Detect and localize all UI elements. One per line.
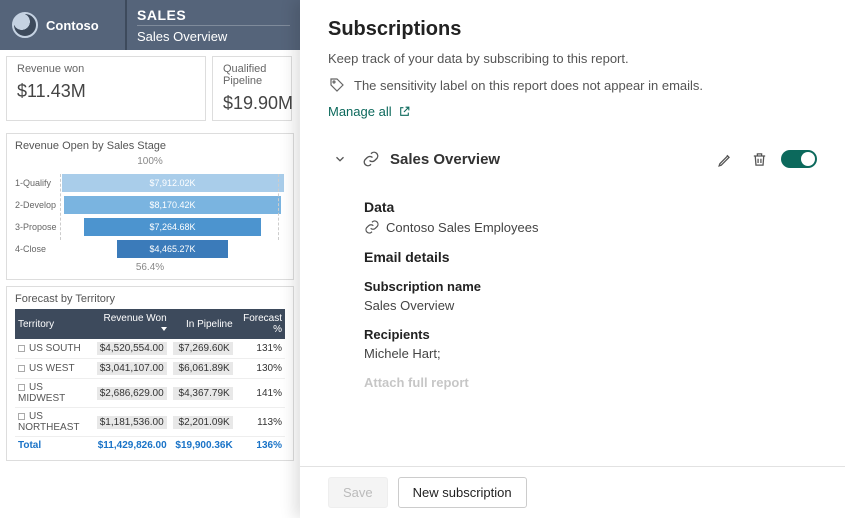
table-row[interactable]: US SOUTH$4,520,554.00$7,269.60K131% bbox=[15, 339, 285, 359]
bar-category: 1-Qualify bbox=[15, 178, 60, 188]
column-header[interactable]: In Pipeline bbox=[170, 309, 236, 339]
save-button: Save bbox=[328, 477, 388, 508]
table-row[interactable]: US MIDWEST$2,686,629.00$4,367.79K141% bbox=[15, 379, 285, 408]
recipients-label: Recipients bbox=[364, 327, 813, 342]
chart-revenue-open[interactable]: Revenue Open by Sales Stage 100% 1-Quali… bbox=[6, 133, 294, 280]
table-total-row: Total$11,429,826.00$19,900.36K136% bbox=[15, 437, 285, 455]
table-row[interactable]: US NORTHEAST$1,181,536.00$2,201.09K113% bbox=[15, 408, 285, 437]
chart-bottom-pct: 56.4% bbox=[15, 262, 285, 273]
attach-report-heading: Attach full report bbox=[364, 375, 813, 390]
bar-segment[interactable]: $7,264.68K bbox=[84, 218, 262, 236]
data-heading: Data bbox=[364, 199, 813, 215]
bar-segment[interactable]: $4,465.27K bbox=[117, 240, 228, 258]
email-heading: Email details bbox=[364, 249, 813, 265]
link-icon bbox=[364, 219, 380, 235]
new-subscription-button[interactable]: New subscription bbox=[398, 477, 527, 508]
column-header[interactable]: Territory bbox=[15, 309, 93, 339]
panel-description: Keep track of your data by subscribing t… bbox=[328, 51, 817, 66]
brand-logo bbox=[12, 12, 38, 38]
manage-all-label: Manage all bbox=[328, 104, 392, 119]
table-forecast[interactable]: Forecast by Territory TerritoryRevenue W… bbox=[6, 286, 294, 461]
bar-row: 2-Develop $8,170.42K bbox=[15, 196, 285, 214]
subname-value: Sales Overview bbox=[364, 298, 813, 313]
pencil-icon bbox=[717, 151, 734, 168]
manage-all-link[interactable]: Manage all bbox=[328, 104, 411, 119]
recipient-chip[interactable]: Michele Hart; bbox=[364, 346, 813, 361]
kpi-qualified-pipeline[interactable]: Qualified Pipeline $19.90M bbox=[212, 56, 292, 121]
column-header[interactable]: Revenue Won bbox=[93, 309, 170, 339]
brand-name: Contoso bbox=[46, 18, 99, 33]
tag-icon bbox=[328, 76, 346, 94]
bar-category: 2-Develop bbox=[15, 200, 60, 210]
bar-segment[interactable]: $7,912.02K bbox=[62, 174, 284, 192]
subscriptions-panel: Subscriptions Keep track of your data by… bbox=[300, 0, 845, 518]
delete-button[interactable] bbox=[747, 147, 771, 171]
table-title: Forecast by Territory bbox=[15, 293, 285, 305]
chevron-down-icon bbox=[333, 152, 347, 166]
bar-category: 3-Propose bbox=[15, 222, 60, 232]
table-row[interactable]: US WEST$3,041,107.00$6,061.89K130% bbox=[15, 359, 285, 379]
subscription-name: Sales Overview bbox=[390, 151, 703, 168]
bar-segment[interactable]: $8,170.42K bbox=[64, 196, 282, 214]
kpi-revenue-won[interactable]: Revenue won $11.43M bbox=[6, 56, 206, 121]
sensitivity-note: The sensitivity label on this report doe… bbox=[354, 78, 703, 93]
subname-label: Subscription name bbox=[364, 279, 813, 294]
kpi-label: Revenue won bbox=[17, 63, 195, 75]
kpi-value: $11.43M bbox=[17, 81, 195, 102]
kpi-value: $19.90M bbox=[223, 93, 281, 114]
app-header: Contoso SALES Sales Overview bbox=[0, 0, 300, 50]
data-source: Contoso Sales Employees bbox=[386, 220, 538, 235]
page-title: Sales Overview bbox=[137, 25, 290, 44]
expand-toggle[interactable] bbox=[328, 147, 352, 171]
link-icon bbox=[362, 150, 380, 168]
bar-row: 3-Propose $7,264.68K bbox=[15, 218, 285, 236]
chart-title: Revenue Open by Sales Stage bbox=[15, 140, 285, 152]
section-title: SALES bbox=[137, 7, 290, 23]
bar-row: 1-Qualify$7,912.02K bbox=[15, 174, 285, 192]
column-header[interactable]: Forecast % bbox=[236, 309, 285, 339]
trash-icon bbox=[751, 151, 768, 168]
panel-title: Subscriptions bbox=[328, 18, 817, 41]
enable-toggle[interactable] bbox=[781, 150, 817, 168]
bar-row: 4-Close $4,465.27K bbox=[15, 240, 285, 258]
open-external-icon bbox=[398, 105, 411, 118]
chart-top-pct: 100% bbox=[137, 156, 163, 167]
kpi-label: Qualified Pipeline bbox=[223, 63, 281, 87]
bar-category: 4-Close bbox=[15, 244, 60, 254]
edit-button[interactable] bbox=[713, 147, 737, 171]
